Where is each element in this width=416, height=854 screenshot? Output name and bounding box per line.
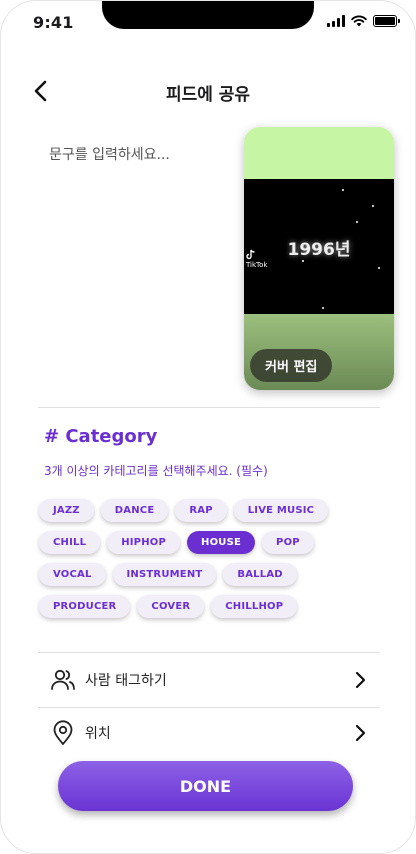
location-label: 위치 bbox=[85, 726, 111, 742]
cover-thumbnail[interactable]: TikTok 1996년 커버 편집 bbox=[244, 127, 394, 390]
header: 피드에 공유 bbox=[1, 71, 415, 111]
cover-top-band bbox=[244, 127, 394, 179]
category-chip-producer[interactable]: PRODUCER bbox=[39, 595, 131, 618]
location-pin-icon bbox=[49, 719, 77, 747]
tag-people-row[interactable]: 사람 태그하기 bbox=[38, 653, 380, 707]
category-chip-jazz[interactable]: JAZZ bbox=[39, 499, 94, 522]
category-chip-rap[interactable]: RAP bbox=[175, 499, 227, 522]
wifi-icon bbox=[351, 15, 367, 27]
category-chip-live-music[interactable]: LIVE MUSIC bbox=[233, 499, 329, 522]
category-chip-cover[interactable]: COVER bbox=[137, 595, 205, 618]
done-button[interactable]: DONE bbox=[58, 761, 353, 811]
chevron-right-icon bbox=[348, 721, 372, 745]
category-chip-chill[interactable]: CHILL bbox=[39, 531, 101, 554]
people-icon bbox=[49, 666, 77, 694]
edit-cover-button[interactable]: 커버 편집 bbox=[250, 349, 333, 382]
category-chip-chillhop[interactable]: CHILLHOP bbox=[211, 595, 298, 618]
location-row[interactable]: 위치 bbox=[38, 706, 380, 760]
category-chip-hiphop[interactable]: HIPHOP bbox=[107, 531, 181, 554]
tiktok-label: TikTok bbox=[246, 261, 268, 269]
caption-input[interactable]: 문구를 입력하세요... bbox=[49, 144, 170, 164]
category-chip-vocal[interactable]: VOCAL bbox=[39, 563, 106, 586]
category-chip-ballad[interactable]: BALLAD bbox=[223, 563, 297, 586]
chevron-right-icon bbox=[348, 668, 372, 692]
category-chip-list: JAZZ DANCE RAP LIVE MUSIC CHILL HIPHOP HOUSE PO… bbox=[39, 499, 379, 618]
battery-icon bbox=[373, 15, 400, 27]
status-bar: 9:41 bbox=[1, 1, 415, 45]
tag-people-label: 사람 태그하기 bbox=[85, 673, 167, 689]
phone-screen: 9:41 피드에 공유 문구를 입력하세요... TikTok 1996년 커버… bbox=[0, 0, 416, 854]
category-title: # Category bbox=[44, 426, 158, 447]
category-chip-pop[interactable]: POP bbox=[262, 531, 314, 554]
category-chip-house[interactable]: HOUSE bbox=[187, 531, 256, 554]
category-chip-instrument[interactable]: INSTRUMENT bbox=[112, 563, 217, 586]
cellular-signal-icon bbox=[327, 15, 345, 27]
cover-year-text: 1996년 bbox=[287, 240, 351, 260]
category-chip-dance[interactable]: DANCE bbox=[100, 499, 169, 522]
status-icons bbox=[327, 15, 400, 27]
category-subtitle: 3개 이상의 카테고리를 선택해주세요. (필수) bbox=[44, 464, 268, 478]
divider bbox=[38, 407, 380, 408]
status-time: 9:41 bbox=[33, 13, 74, 32]
page-title: 피드에 공유 bbox=[165, 85, 251, 105]
notch bbox=[102, 1, 314, 29]
